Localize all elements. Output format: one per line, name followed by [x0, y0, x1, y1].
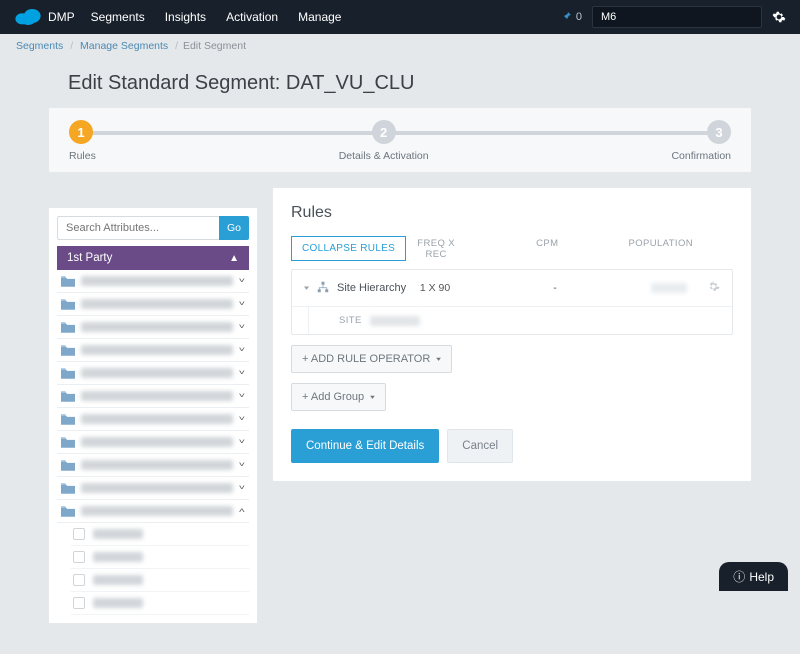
- attribute-item[interactable]: [71, 546, 249, 569]
- attribute-folder[interactable]: ˅: [57, 362, 249, 385]
- settings-gear-icon[interactable]: [772, 10, 786, 24]
- attribute-folder[interactable]: ˄: [57, 500, 249, 523]
- crumb-manage-segments[interactable]: Manage Segments: [80, 40, 168, 52]
- chevron-up-icon: ˄: [239, 507, 245, 515]
- breadcrumb: Segments / Manage Segments / Edit Segmen…: [0, 34, 800, 58]
- attribute-label: [93, 575, 143, 585]
- folder-label: [81, 299, 233, 309]
- checkbox[interactable]: [73, 528, 85, 540]
- brand-label: DMP: [48, 10, 75, 24]
- add-rule-operator-button[interactable]: + ADD RULE OPERATOR▾: [291, 345, 452, 373]
- rules-title: Rules: [291, 204, 733, 222]
- folder-label: [81, 345, 233, 355]
- attribute-item[interactable]: [71, 523, 249, 546]
- cancel-button[interactable]: Cancel: [447, 429, 513, 463]
- attribute-label: [93, 552, 143, 562]
- first-party-header[interactable]: 1st Party ▲: [57, 246, 249, 270]
- attribute-label: [93, 598, 143, 608]
- folder-label: [81, 483, 233, 493]
- chevron-down-icon: ˅: [239, 346, 245, 354]
- stepper-card: 1 Rules 2 Details & Activation 3 Confirm…: [48, 107, 752, 173]
- attribute-folder[interactable]: ˅: [57, 431, 249, 454]
- attribute-item[interactable]: [71, 592, 249, 615]
- attribute-folder[interactable]: ˅: [57, 270, 249, 293]
- nav-segments[interactable]: Segments: [91, 10, 145, 24]
- help-icon: ⓘ: [733, 568, 745, 585]
- folder-label: [81, 437, 233, 447]
- nav-activation[interactable]: Activation: [226, 10, 278, 24]
- col-pop: POPULATION: [628, 238, 693, 260]
- folder-label: [81, 506, 233, 516]
- chevron-down-icon: ˅: [239, 484, 245, 492]
- folder-label: [81, 322, 233, 332]
- chevron-down-icon: ˅: [239, 277, 245, 285]
- attribute-folder[interactable]: ˅: [57, 477, 249, 500]
- collapse-rules-button[interactable]: COLLAPSE RULES: [291, 236, 406, 261]
- chevron-down-icon: ˅: [239, 323, 245, 331]
- nav-manage[interactable]: Manage: [298, 10, 341, 24]
- hierarchy-icon: [317, 281, 337, 296]
- caret-up-icon: ▲: [229, 253, 239, 264]
- chevron-down-icon[interactable]: ▾: [304, 284, 309, 292]
- page-title: Edit Standard Segment: DAT_VU_CLU: [68, 72, 752, 95]
- checkbox[interactable]: [73, 551, 85, 563]
- folder-label: [81, 391, 233, 401]
- rule-sub-label: SITE: [339, 315, 362, 326]
- attribute-folder[interactable]: ˅: [57, 408, 249, 431]
- caret-down-icon: ▾: [370, 393, 375, 401]
- step-details[interactable]: 2 Details & Activation: [339, 120, 429, 162]
- crumb-current: Edit Segment: [183, 40, 246, 52]
- add-group-button[interactable]: + Add Group▾: [291, 383, 386, 411]
- rules-panel: Rules COLLAPSE RULES FREQ X REC CPM POPU…: [272, 187, 752, 482]
- folder-label: [81, 276, 233, 286]
- attribute-folder[interactable]: ˅: [57, 454, 249, 477]
- help-button[interactable]: ⓘ Help: [719, 562, 788, 591]
- attribute-folder[interactable]: ˅: [57, 316, 249, 339]
- rule-settings-gear-icon[interactable]: [707, 280, 720, 296]
- attribute-search-go-button[interactable]: Go: [219, 216, 249, 240]
- chevron-down-icon: ˅: [239, 369, 245, 377]
- folder-label: [81, 460, 233, 470]
- attribute-folder[interactable]: ˅: [57, 339, 249, 362]
- chevron-down-icon: ˅: [239, 438, 245, 446]
- salesforce-cloud-icon: [14, 6, 48, 29]
- attribute-folder[interactable]: ˅: [57, 385, 249, 408]
- step-rules[interactable]: 1 Rules: [69, 120, 96, 162]
- chevron-down-icon: ˅: [239, 392, 245, 400]
- rule-site-value: [370, 316, 420, 326]
- rule-population-value: [651, 283, 687, 293]
- chevron-down-icon: ˅: [239, 300, 245, 308]
- pinned-count[interactable]: 0: [561, 11, 582, 23]
- rule-card: ▾ Site Hierarchy 1 X 90 - SITE: [291, 269, 733, 335]
- chevron-down-icon: ˅: [239, 461, 245, 469]
- col-freq: FREQ X REC: [406, 238, 466, 260]
- attribute-label: [93, 529, 143, 539]
- chevron-down-icon: ˅: [239, 415, 245, 423]
- col-cpm: CPM: [536, 238, 558, 260]
- continue-button[interactable]: Continue & Edit Details: [291, 429, 439, 463]
- rule-cpm-value: -: [531, 282, 579, 294]
- top-nav: DMP Segments Insights Activation Manage …: [0, 0, 800, 34]
- caret-down-icon: ▾: [436, 355, 441, 363]
- attribute-folder[interactable]: ˅: [57, 293, 249, 316]
- checkbox[interactable]: [73, 597, 85, 609]
- attribute-item[interactable]: [71, 569, 249, 592]
- attribute-search-input[interactable]: [57, 216, 219, 240]
- crumb-segments[interactable]: Segments: [16, 40, 63, 52]
- global-search-input[interactable]: [592, 6, 762, 28]
- attributes-panel: Go 1st Party ▲ ˅ ˅ ˅ ˅ ˅ ˅ ˅ ˅ ˅ ˅ ˄: [48, 207, 258, 624]
- step-confirmation[interactable]: 3 Confirmation: [671, 120, 731, 162]
- folder-label: [81, 368, 233, 378]
- checkbox[interactable]: [73, 574, 85, 586]
- nav-insights[interactable]: Insights: [165, 10, 206, 24]
- folder-label: [81, 414, 233, 424]
- rule-name: Site Hierarchy: [337, 282, 406, 294]
- rule-freq-value: 1 X 90: [411, 282, 459, 294]
